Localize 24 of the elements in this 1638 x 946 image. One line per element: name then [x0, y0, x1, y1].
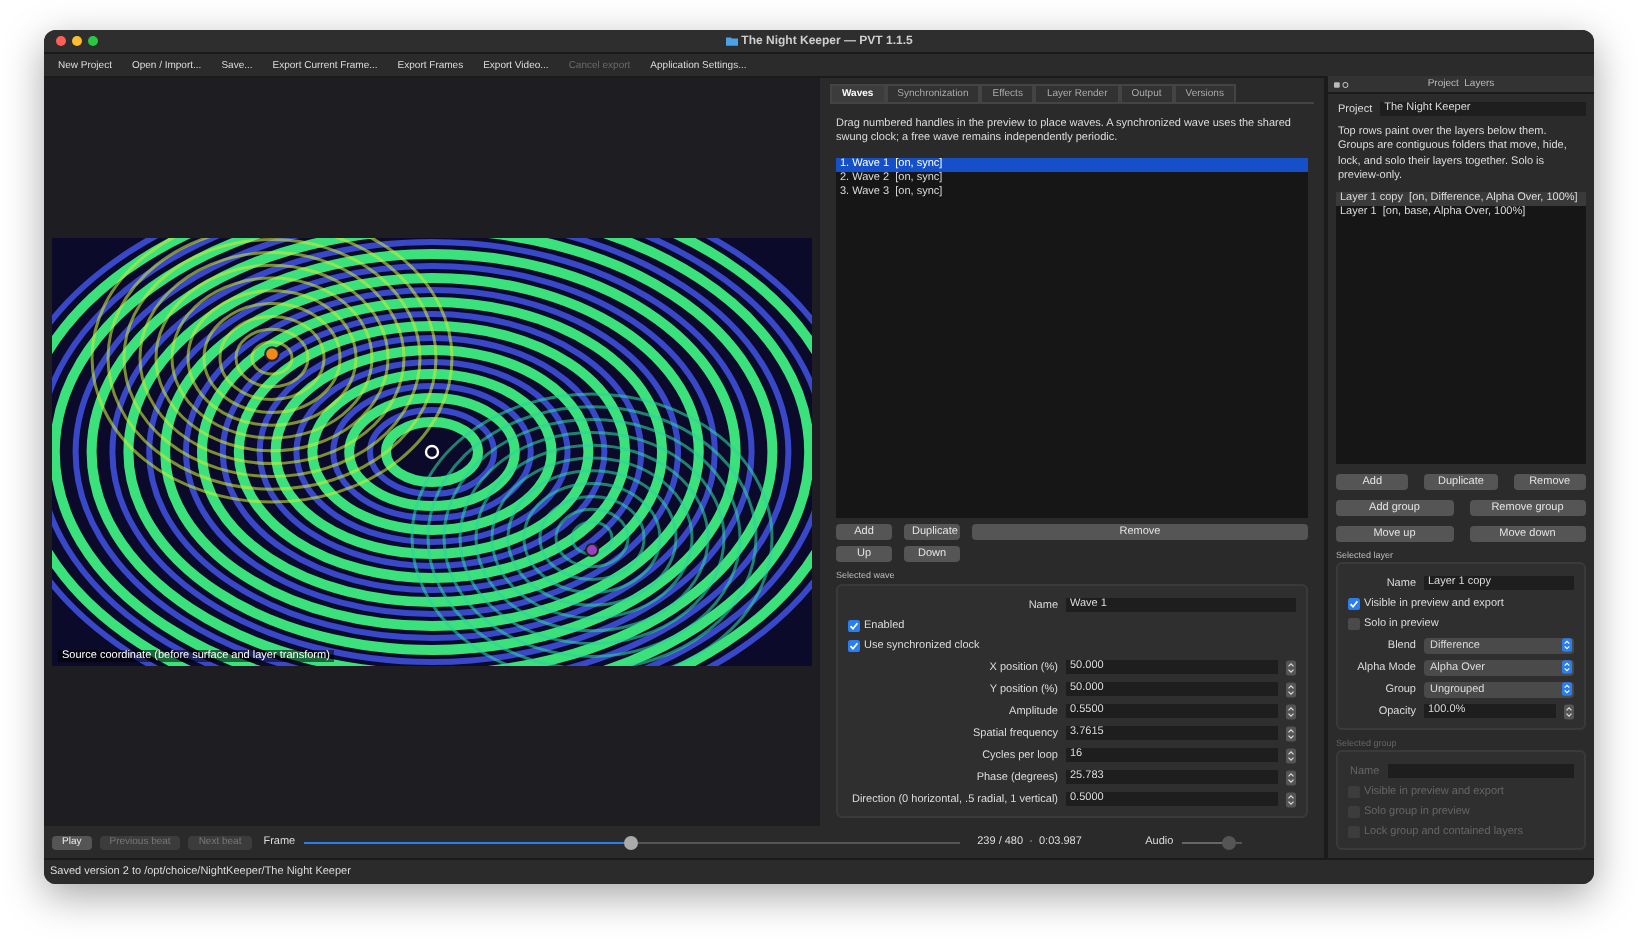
stepper-icon[interactable]	[1286, 791, 1296, 807]
close-button[interactable]	[56, 36, 66, 46]
stepper-icon[interactable]	[1286, 747, 1296, 763]
dropdown-arrows-icon	[1562, 682, 1572, 696]
slider-thumb[interactable]	[624, 835, 639, 849]
minimize-button[interactable]	[72, 36, 82, 46]
stepper-icon[interactable]	[1286, 769, 1296, 785]
wave-handle[interactable]	[264, 346, 280, 362]
checkbox[interactable]	[1348, 598, 1360, 610]
checkbox[interactable]	[848, 640, 860, 652]
slider-thumb[interactable]	[1222, 835, 1237, 849]
wave-handle[interactable]	[584, 542, 600, 558]
stepper-icon[interactable]	[1286, 725, 1296, 741]
folder-icon	[725, 36, 738, 46]
checkbox[interactable]	[1348, 618, 1360, 630]
checkbox[interactable]	[848, 620, 860, 632]
zoom-button[interactable]	[88, 36, 98, 46]
stepper-icon[interactable]	[1286, 703, 1296, 719]
dropdown-arrows-icon	[1562, 660, 1572, 674]
stepper-icon[interactable]	[1564, 703, 1574, 719]
dropdown-arrows-icon	[1562, 638, 1572, 652]
stepper-icon[interactable]	[1286, 659, 1296, 675]
panel-controls-icon[interactable]	[1334, 81, 1350, 87]
stepper-icon[interactable]	[1286, 681, 1296, 697]
